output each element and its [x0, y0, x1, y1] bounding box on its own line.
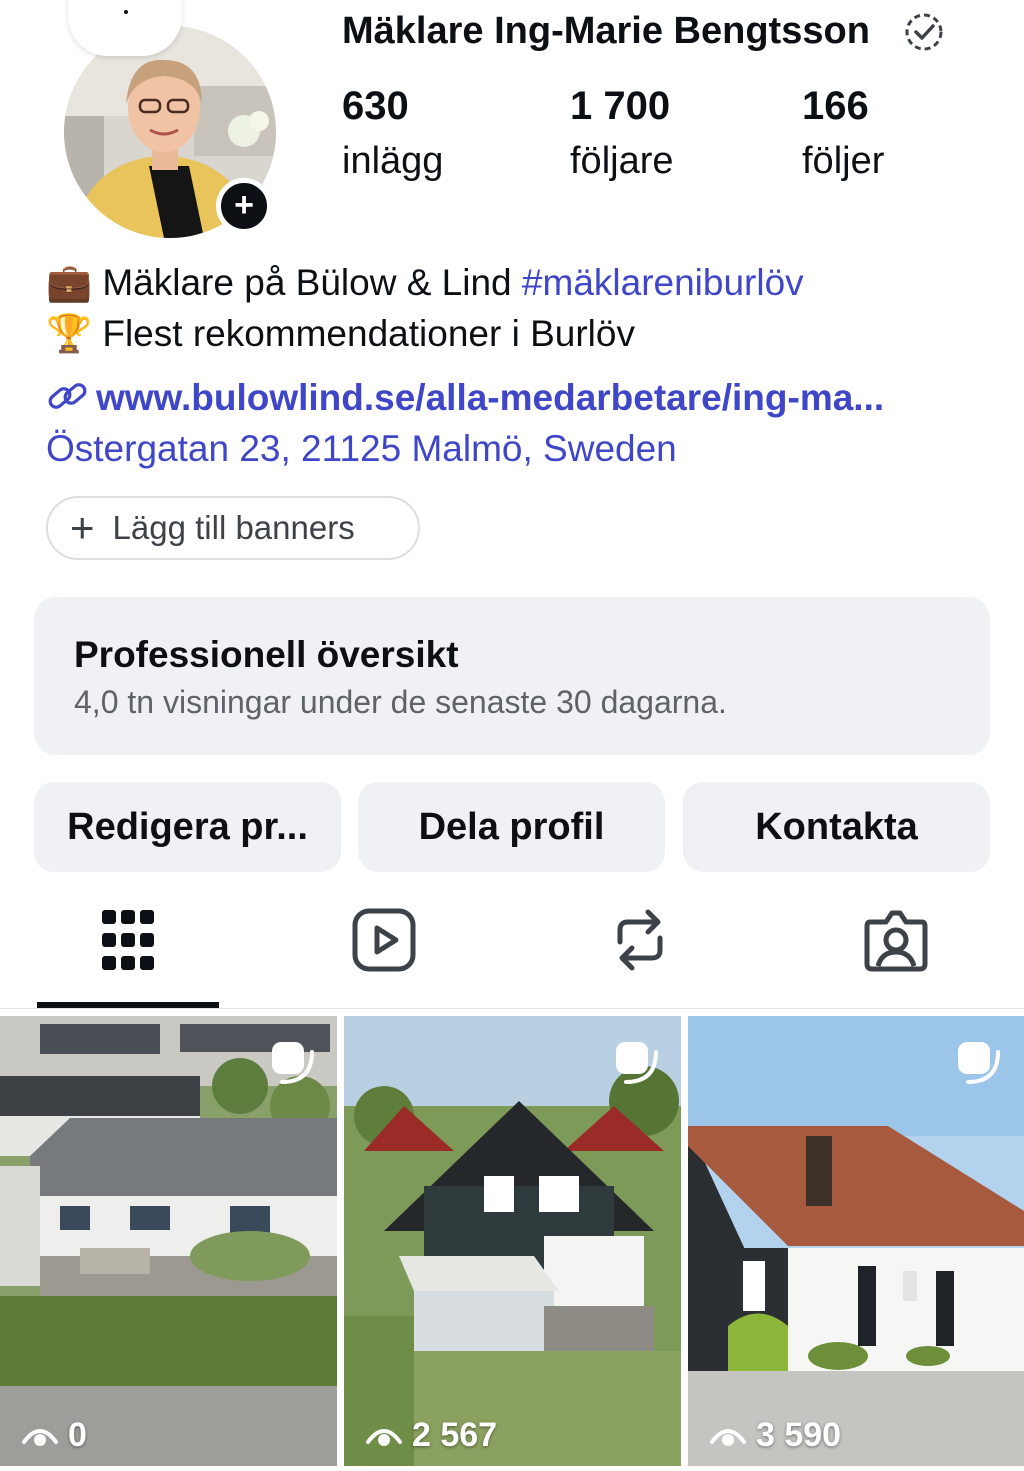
bio-line-1: 💼 Mäklare på Bülow & Lind #mäklareniburl…: [46, 262, 804, 305]
views-count: 3 590: [756, 1416, 842, 1454]
posts-count[interactable]: 630: [342, 84, 409, 129]
views-count: 0: [68, 1416, 87, 1454]
post-views-1: 0: [22, 1416, 87, 1455]
multi-post-icon: [268, 1040, 314, 1086]
eye-icon: [710, 1428, 746, 1446]
tab-divider: [0, 1008, 1024, 1009]
multi-post-icon: [612, 1040, 658, 1086]
bio-line-2: 🏆 Flest rekommendationer i Burlöv: [46, 313, 635, 356]
bio-text-1: Mäklare på Bülow & Lind: [102, 262, 512, 303]
profile-address[interactable]: Östergatan 23, 21125 Malmö, Sweden: [46, 428, 677, 470]
views-count: 2 567: [412, 1416, 498, 1454]
grid-icon[interactable]: [100, 908, 156, 979]
profile-link-text[interactable]: www.bulowlind.se/alla-medarbetare/ing-ma…: [96, 377, 884, 418]
following-count[interactable]: 166: [802, 84, 869, 129]
add-story-button[interactable]: +: [216, 178, 272, 234]
profile-link[interactable]: www.bulowlind.se/alla-medarbetare/ing-ma…: [46, 376, 884, 425]
post-views-3: 3 590: [710, 1416, 841, 1455]
link-icon: [46, 376, 90, 425]
note-bubble[interactable]: [68, 0, 182, 56]
briefcase-icon: 💼: [46, 262, 93, 303]
profile-name: Mäklare Ing-Marie Bengtsson: [342, 10, 870, 52]
post-views-2: 2 567: [366, 1416, 497, 1455]
followers-label[interactable]: följare: [570, 140, 674, 183]
dashboard-subtitle: 4,0 tn visningar under de senaste 30 dag…: [74, 684, 727, 720]
followers-count[interactable]: 1 700: [570, 84, 670, 129]
active-tab-indicator: [37, 1002, 219, 1008]
following-label[interactable]: följer: [802, 140, 884, 183]
eye-icon: [22, 1428, 58, 1446]
reels-icon[interactable]: [352, 908, 416, 977]
contact-button[interactable]: Kontakta: [683, 782, 990, 872]
dashboard-title: Professionell översikt: [74, 634, 459, 675]
bio-text-2: Flest rekommendationer i Burlöv: [102, 313, 635, 354]
tagged-icon[interactable]: [864, 908, 928, 977]
share-profile-button[interactable]: Dela profil: [358, 782, 665, 872]
eye-icon: [366, 1428, 402, 1446]
reposts-icon[interactable]: [610, 906, 670, 979]
trophy-icon: 🏆: [46, 313, 93, 354]
add-banners-button[interactable]: + Lägg till banners: [46, 496, 420, 560]
note-dot: [124, 10, 128, 14]
edit-profile-button[interactable]: Redigera pr...: [34, 782, 341, 872]
verified-badge-icon: [902, 10, 946, 54]
add-banners-label: Lägg till banners: [112, 509, 355, 546]
posts-label[interactable]: inlägg: [342, 140, 443, 183]
bio-hashtag[interactable]: #mäklareniburlöv: [522, 262, 804, 303]
plus-icon: +: [70, 504, 95, 551]
professional-dashboard[interactable]: [34, 597, 990, 755]
multi-post-icon: [954, 1040, 1000, 1086]
